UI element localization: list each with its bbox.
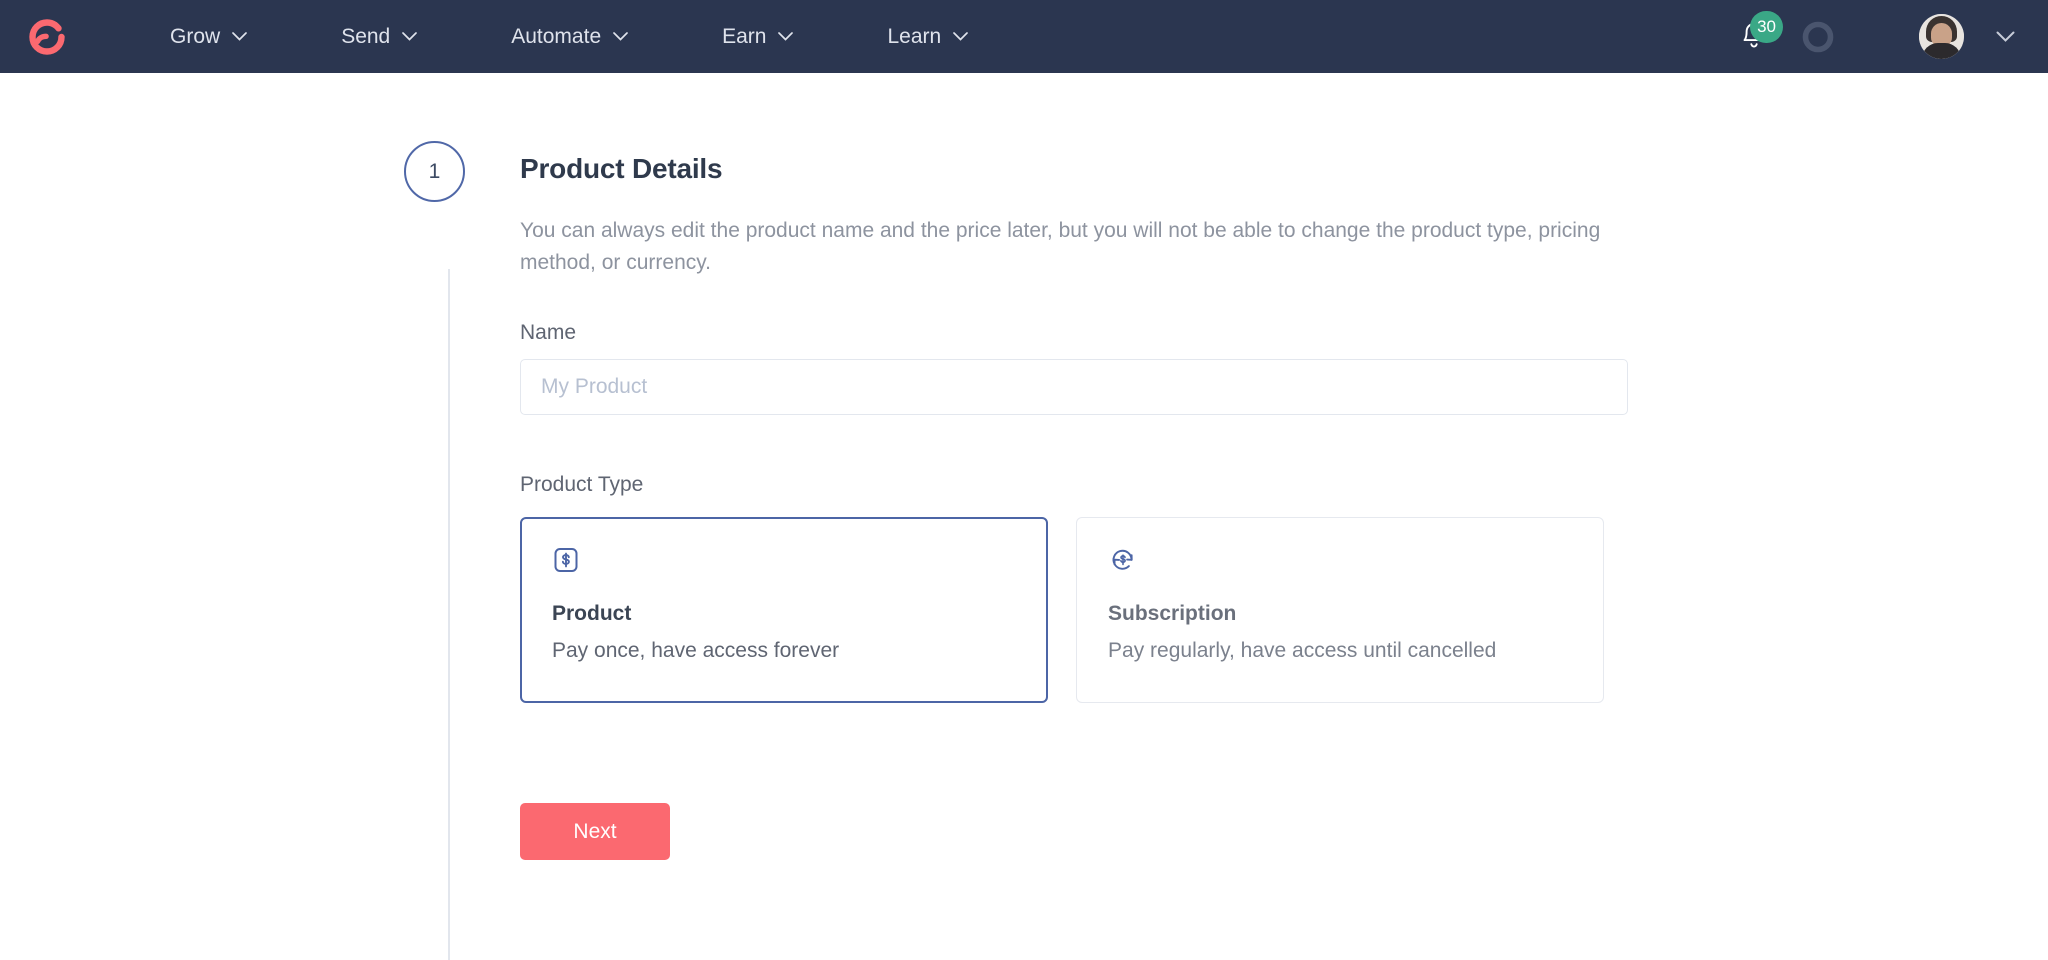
product-type-card-product[interactable]: Product Pay once, have access forever xyxy=(520,517,1049,704)
step-1-indicator[interactable]: 1 xyxy=(404,141,465,202)
product-name-input[interactable] xyxy=(520,359,1628,416)
step-1-description: You can always edit the product name and… xyxy=(520,218,1601,275)
recurring-dollar-icon xyxy=(1108,546,1573,584)
chevron-down-icon xyxy=(232,32,248,41)
next-button[interactable]: Next xyxy=(520,803,670,861)
name-field-label: Name xyxy=(520,321,577,345)
notification-badge: 30 xyxy=(1750,10,1783,43)
nav-item-label: Send xyxy=(341,24,391,48)
nav-item-label: Automate xyxy=(511,24,602,48)
chevron-down-icon xyxy=(778,32,794,41)
card-subtitle: Pay regularly, have access until cancell… xyxy=(1108,639,1497,663)
name-field-group: Name xyxy=(520,321,1628,416)
circle-ring-icon xyxy=(1802,21,1834,52)
nav-item-earn[interactable]: Earn xyxy=(722,15,794,59)
convertkit-logo[interactable] xyxy=(20,10,74,64)
nav-item-grow[interactable]: Grow xyxy=(170,15,248,59)
top-navbar: Grow Send Automate Earn Learn 30 xyxy=(0,0,2048,73)
page-body: 1 Product Details You can always edit th… xyxy=(0,73,2048,960)
card-title: Subscription xyxy=(1108,602,1237,626)
page-title: Product Details xyxy=(520,153,723,184)
nav-item-label: Earn xyxy=(722,24,767,48)
card-title: Product xyxy=(552,602,632,626)
avatar[interactable] xyxy=(1919,14,1964,59)
wizard-step-1: 1 Product Details You can always edit th… xyxy=(404,141,1628,861)
notifications-button[interactable]: 30 xyxy=(1731,10,1783,60)
nav-item-label: Learn xyxy=(887,24,942,48)
convertkit-logo-icon xyxy=(29,18,65,55)
product-type-options: Product Pay once, have access forever Su… xyxy=(520,517,1604,704)
navbar-right-actions: 30 xyxy=(1731,10,2020,60)
chevron-down-icon xyxy=(613,32,628,41)
product-type-label: Product Type xyxy=(520,473,644,497)
step-1-content: Product Details You can always edit the … xyxy=(520,141,1628,861)
chevron-down-icon xyxy=(402,32,418,41)
status-ring-button[interactable] xyxy=(1795,14,1841,60)
nav-item-send[interactable]: Send xyxy=(341,15,418,59)
account-menu-button[interactable] xyxy=(1990,17,2020,57)
chevron-down-icon xyxy=(1996,31,2014,42)
card-subtitle: Pay once, have access forever xyxy=(552,639,840,663)
dollar-square-icon xyxy=(552,546,1016,584)
product-wizard: 1 Product Details You can always edit th… xyxy=(404,73,1628,960)
product-type-card-subscription[interactable]: Subscription Pay regularly, have access … xyxy=(1076,517,1604,704)
step-1-number: 1 xyxy=(428,159,441,183)
nav-item-automate[interactable]: Automate xyxy=(511,15,628,59)
chevron-down-icon xyxy=(953,32,969,41)
main-nav-menu: Grow Send Automate Earn Learn xyxy=(170,15,1062,59)
nav-item-learn[interactable]: Learn xyxy=(887,15,969,59)
nav-item-label: Grow xyxy=(170,24,221,48)
